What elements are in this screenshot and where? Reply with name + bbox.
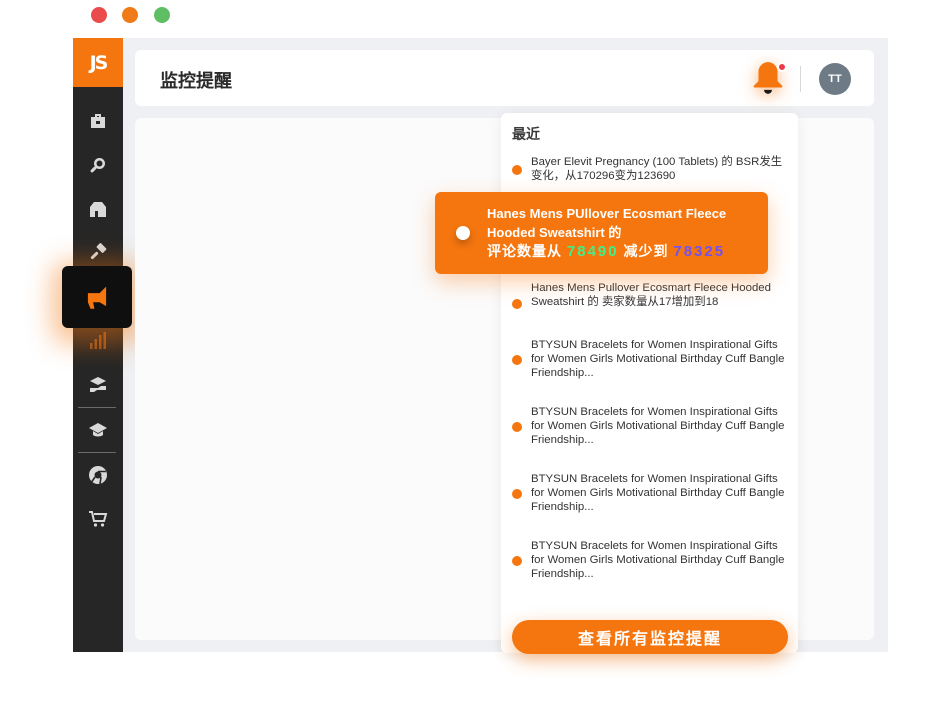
sidebar-divider [78, 452, 116, 453]
brand-logo[interactable]: JS [73, 38, 123, 87]
sidebar-item-cart[interactable] [73, 499, 123, 539]
unread-dot-icon [512, 556, 522, 566]
bar-chart-icon [90, 332, 106, 349]
app-window: JS 监控提醒 TT 最近 Bayer Elevit Pregnancy (10… [0, 0, 925, 709]
top-header: 监控提醒 TT [135, 50, 874, 106]
user-avatar[interactable]: TT [819, 63, 851, 95]
sidebar-item-store[interactable] [73, 189, 123, 229]
sidebar-item-monitor-alerts[interactable] [62, 266, 132, 328]
notification-text: BTYSUN Bracelets for Women Inspirational… [531, 540, 785, 580]
unread-dot-icon [512, 489, 522, 499]
sidebar: JS [62, 38, 132, 652]
hand-cap-icon [90, 377, 106, 392]
old-review-count: 78490 [566, 243, 619, 260]
toast-line-3: 评论数量从 78490 减少到 78325 [487, 242, 762, 261]
graduation-cap-icon [89, 423, 107, 437]
toast-line-1: Hanes Mens PUllover Ecosmart Fleece [487, 206, 727, 221]
app-frame: JS 监控提醒 TT 最近 Bayer Elevit Pregnancy (10… [62, 38, 888, 654]
avatar-initials: TT [828, 73, 842, 85]
toolbox-icon [91, 114, 105, 128]
page-title: 监控提醒 [160, 71, 232, 91]
view-all-alerts-button[interactable]: 查看所有监控提醒 [512, 620, 788, 654]
sidebar-divider [78, 407, 116, 408]
notification-panel-title: 最近 [512, 126, 540, 142]
store-icon [90, 202, 106, 217]
notification-text: BTYSUN Bracelets for Women Inspirational… [531, 473, 785, 513]
chrome-icon [89, 466, 107, 485]
unread-dot-icon [512, 355, 522, 365]
hammer-icon [90, 243, 107, 260]
sidebar-item-training[interactable] [73, 365, 123, 405]
header-separator [800, 66, 801, 92]
sidebar-item-analytics[interactable] [73, 321, 123, 361]
highlighted-notification[interactable]: Hanes Mens PUllover Ecosmart Fleece Hood… [435, 192, 768, 274]
sidebar-item-search[interactable] [73, 145, 123, 185]
cart-icon [89, 511, 108, 527]
notification-text: BTYSUN Bracelets for Women Inspirational… [531, 339, 785, 379]
toast-dot-icon [456, 226, 470, 240]
notification-bell-button[interactable] [748, 58, 788, 98]
toast-middle: 减少到 [623, 243, 669, 259]
notification-text: Hanes Mens Pullover Ecosmart Fleece Hood… [531, 282, 771, 308]
unread-dot-icon [512, 299, 522, 309]
logo-text: JS [89, 51, 109, 74]
sidebar-item-academy[interactable] [73, 410, 123, 450]
toast-text: Hanes Mens PUllover Ecosmart Fleece Hood… [487, 204, 762, 261]
sidebar-item-extension[interactable] [73, 455, 123, 495]
new-review-count: 78325 [673, 243, 726, 260]
search-magnifier-icon [90, 158, 105, 173]
unread-dot-icon [512, 165, 522, 175]
toast-prefix: 评论数量从 [487, 243, 562, 259]
window-maximize-button[interactable] [154, 7, 170, 23]
unread-dot-icon [512, 422, 522, 432]
window-close-button[interactable] [91, 7, 107, 23]
window-minimize-button[interactable] [122, 7, 138, 23]
unread-badge [777, 62, 787, 72]
megaphone-icon [87, 286, 107, 309]
toast-line-2: Hooded Sweatshirt 的 [487, 225, 622, 240]
notification-text: BTYSUN Bracelets for Women Inspirational… [531, 406, 785, 446]
sidebar-item-toolbox[interactable] [73, 101, 123, 141]
notification-text: Bayer Elevit Pregnancy (100 Tablets) 的 B… [531, 156, 783, 182]
